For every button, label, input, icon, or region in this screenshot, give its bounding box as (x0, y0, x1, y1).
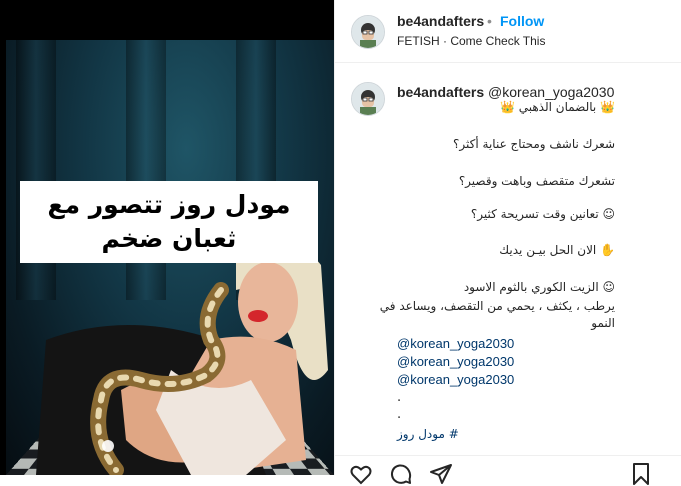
caption-line: تشعرك متقصف وباهت وقصير؟ (458, 174, 615, 188)
post-media[interactable]: مودل روز تتصور مع ثعبان ضخم (6, 0, 334, 475)
post-side-panel: be4andafters • Follow FETISH · Come Chec… (334, 0, 681, 485)
caption-username[interactable]: be4andafters (397, 84, 484, 100)
hashtag-link[interactable]: # مودل روز (397, 427, 459, 441)
mention-link[interactable]: @korean_yoga2030 (397, 354, 514, 369)
avatar-icon[interactable] (351, 15, 385, 49)
action-bar (335, 455, 681, 485)
caption-line: شعرك ناشف ومحتاج عناية أكثر؟ (453, 137, 615, 151)
caption-dot: . (397, 407, 402, 422)
media-top-bar (6, 0, 334, 40)
heart-icon[interactable] (349, 462, 373, 486)
avatar-icon[interactable] (351, 82, 385, 116)
post-subtitle[interactable]: FETISH · Come Check This (397, 34, 545, 48)
caption-header: be4andafters @korean_yoga2030 (397, 84, 614, 100)
caption-line: النمو (591, 316, 615, 330)
share-icon[interactable] (429, 462, 453, 486)
post-header: be4andafters • Follow FETISH · Come Chec… (335, 0, 681, 63)
bookmark-icon[interactable] (629, 462, 653, 486)
header-separator: • (487, 13, 492, 29)
caption-line: 👑 بالضمان الذهبي 👑 (499, 100, 615, 114)
media-caption-text: مودل روز تتصور مع ثعبان ضخم (47, 190, 291, 253)
caption-mention-link[interactable]: @korean_yoga2030 (488, 84, 614, 100)
media-caption-overlay: مودل روز تتصور مع ثعبان ضخم (20, 181, 318, 263)
carousel-indicator (102, 440, 114, 452)
comment-icon[interactable] (389, 462, 413, 486)
post-username[interactable]: be4andafters (397, 13, 484, 29)
follow-button[interactable]: Follow (500, 13, 544, 29)
caption-line: يرطب ، يكثف ، يحمي من التقصف، ويساعد في (379, 299, 615, 313)
mention-link[interactable]: @korean_yoga2030 (397, 336, 514, 351)
caption-line: ☺ الزيت الكوري بالثوم الاسود (463, 280, 615, 294)
caption-line: ✋ الان الحل بيـن يديك (499, 243, 615, 257)
mention-link[interactable]: @korean_yoga2030 (397, 372, 514, 387)
caption-dot: . (397, 390, 402, 405)
caption-line: ☺ تعانين وقت تسريحة كثير؟ (470, 207, 615, 221)
